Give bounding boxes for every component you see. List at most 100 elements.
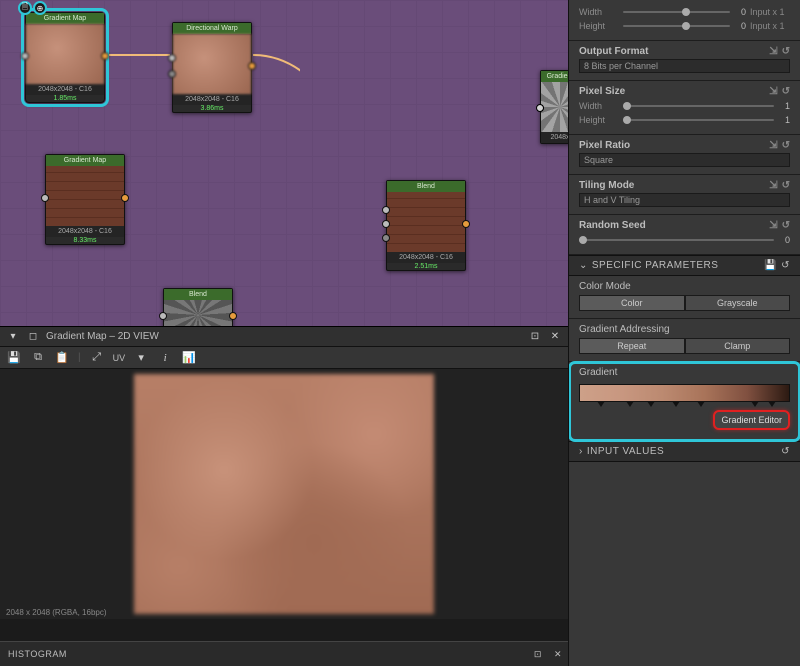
close-icon[interactable]: ✕ [548, 330, 562, 344]
pin-icon[interactable]: ⇲ [769, 180, 777, 191]
random-seed-section: Random Seed⇲↺ 0 [569, 215, 800, 255]
pin-icon[interactable]: ⇲ [769, 140, 777, 151]
color-mode-segment[interactable]: Color Grayscale [579, 295, 790, 311]
reset-icon[interactable]: ↺ [782, 86, 790, 97]
expand-icon[interactable]: › [579, 446, 583, 457]
output-port[interactable] [101, 52, 109, 60]
node-gradient-map-2[interactable]: Gradient Map 2048x2048 - C16 8.33ms [45, 154, 125, 245]
color-mode-color[interactable]: Color [579, 295, 685, 311]
output-format-select[interactable]: 8 Bits per Channel [579, 59, 790, 73]
node-title: Blend [164, 289, 232, 300]
reset-icon[interactable]: ↺ [782, 46, 790, 57]
pixel-ratio-title: Pixel Ratio [579, 140, 630, 151]
node-directional-warp[interactable]: Directional Warp 2048x2048 - C16 3.86ms [172, 22, 252, 113]
node-meta: 2048x2048 - C16 [173, 94, 251, 105]
tiling-mode-title: Tiling Mode [579, 180, 634, 191]
pixel-size-section: Pixel Size⇲↺ Width1 Height1 [569, 81, 800, 135]
preview-header[interactable]: ▾ ◻ Gradient Map – 2D VIEW ⊡ ✕ [0, 327, 568, 347]
gradient-stop[interactable] [672, 401, 680, 407]
dropdown-icon[interactable]: ▾ [133, 350, 149, 366]
input-port-2[interactable] [168, 70, 176, 78]
input-port[interactable] [536, 104, 544, 112]
histogram-panel-header[interactable]: HISTOGRAM ⊡ ✕ [0, 641, 568, 666]
node-gradient-partial[interactable]: Gradient 2048x [540, 70, 568, 144]
addressing-repeat[interactable]: Repeat [579, 338, 685, 354]
gradient-editor-button[interactable]: Gradient Editor [713, 410, 790, 430]
gradient-stop[interactable] [697, 401, 705, 407]
gradient-stop[interactable] [647, 401, 655, 407]
gradient-stop[interactable] [597, 401, 605, 407]
globe-icon[interactable]: ⊕ [33, 1, 47, 15]
paste-icon[interactable]: 📋 [54, 350, 70, 366]
uv-label[interactable]: UV [113, 353, 126, 363]
input-values-banner[interactable]: › INPUT VALUES ↺ [569, 441, 800, 462]
save-icon[interactable]: 💾 [6, 350, 22, 366]
reset-icon[interactable]: ↺ [782, 180, 790, 191]
pixel-ratio-select[interactable]: Square [579, 153, 790, 167]
output-port[interactable] [462, 220, 470, 228]
info-icon[interactable]: i [157, 350, 173, 366]
input-port-1[interactable] [382, 206, 390, 214]
seed-slider[interactable] [579, 239, 774, 241]
pin-icon[interactable]: ⊡ [528, 649, 548, 660]
tiling-mode-section: Tiling Mode ⇲ ↺ H and V Tiling [569, 175, 800, 215]
addressing-clamp[interactable]: Clamp [685, 338, 791, 354]
collapse-icon[interactable]: ⌄ [579, 260, 588, 271]
pixel-size-title: Pixel Size [579, 86, 625, 97]
gradient-stop[interactable] [768, 401, 776, 407]
node-meta: 2048x [541, 132, 568, 143]
input-port[interactable] [21, 52, 29, 60]
dropdown-icon[interactable]: ▾ [6, 330, 20, 344]
addressing-segment[interactable]: Repeat Clamp [579, 338, 790, 354]
gradient-ramp[interactable] [579, 384, 790, 402]
copy-icon[interactable]: ⧉ [30, 350, 46, 366]
px-width-label: Width [579, 101, 619, 111]
save-icon[interactable]: 💾 [764, 260, 777, 271]
histogram-icon[interactable]: 📊 [181, 350, 197, 366]
pin-icon[interactable]: ⇲ [769, 220, 777, 231]
node-blend-partial[interactable]: Blend [163, 288, 233, 326]
height-slider[interactable] [623, 25, 730, 27]
gradient-addressing-title: Gradient Addressing [579, 324, 670, 335]
node-meta: 2048x2048 - C16 [46, 226, 124, 237]
input-port[interactable] [159, 312, 167, 320]
node-gradient-map-selected[interactable]: 🗎 ⊕ Gradient Map 2048x2048 - C16 1.85ms [25, 12, 105, 103]
pin-icon[interactable]: ⊡ [528, 330, 542, 344]
reset-icon[interactable]: ↺ [782, 140, 790, 151]
node-thumbnail [387, 192, 465, 252]
node-blend[interactable]: Blend 2048x2048 - C16 2.51ms [386, 180, 466, 271]
input-port-2[interactable] [382, 220, 390, 228]
pin-icon[interactable]: ⇲ [769, 46, 777, 57]
document-icon[interactable]: 🗎 [18, 1, 32, 15]
height-suffix: Input x 1 [750, 21, 790, 31]
px-height-slider[interactable] [623, 119, 774, 121]
reset-icon[interactable]: ↺ [781, 446, 790, 457]
pixel-ratio-section: Pixel Ratio ⇲ ↺ Square [569, 135, 800, 175]
specific-parameters-banner[interactable]: ⌄ SPECIFIC PARAMETERS 💾 ↺ [569, 255, 800, 276]
close-icon[interactable]: ✕ [548, 649, 568, 660]
input-port-3[interactable] [382, 234, 390, 242]
properties-panel[interactable]: Width0Input x 1 Height0Input x 1 Output … [568, 0, 800, 666]
pin-icon[interactable]: ⇲ [769, 86, 777, 97]
reset-icon[interactable]: ↺ [781, 260, 790, 271]
input-port[interactable] [168, 54, 176, 62]
output-port[interactable] [248, 62, 256, 70]
reset-icon[interactable]: ↺ [782, 220, 790, 231]
node-graph-viewport[interactable]: 🗎 ⊕ Gradient Map 2048x2048 - C16 1.85ms … [0, 0, 568, 326]
px-height-label: Height [579, 115, 619, 125]
tiling-mode-select[interactable]: H and V Tiling [579, 193, 790, 207]
gradient-stop[interactable] [751, 401, 759, 407]
gradient-addressing-section: Gradient Addressing Repeat Clamp [569, 319, 800, 362]
output-port[interactable] [121, 194, 129, 202]
output-port[interactable] [229, 312, 237, 320]
node-thumbnail [173, 34, 251, 94]
input-port[interactable] [41, 194, 49, 202]
node-timing: 8.33ms [46, 237, 124, 244]
preview-canvas[interactable]: 2048 x 2048 (RGBA, 16bpc) [0, 369, 568, 619]
width-slider[interactable] [623, 11, 730, 13]
zoom-icon[interactable]: ⤢ [89, 350, 105, 366]
color-mode-grayscale[interactable]: Grayscale [685, 295, 791, 311]
px-width-slider[interactable] [623, 105, 774, 107]
gradient-stop[interactable] [626, 401, 634, 407]
window-icon[interactable]: ◻ [26, 330, 40, 344]
